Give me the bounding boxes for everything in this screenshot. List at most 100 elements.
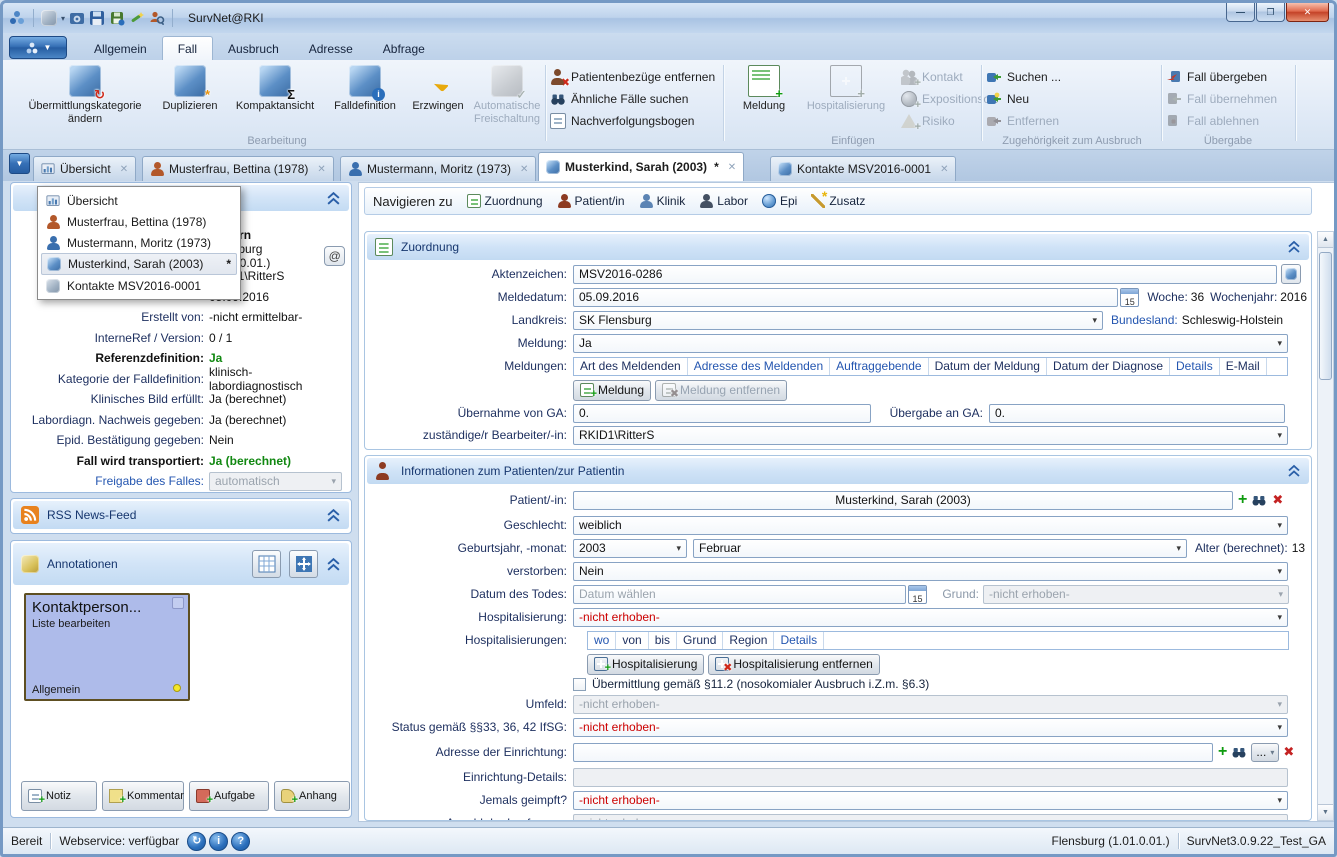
annotation-note-card[interactable]: Kontaktperson... Liste bearbeiten Allgem… [24,593,190,701]
geschlecht-select[interactable]: weiblich▾ [573,516,1288,535]
save-icon[interactable] [89,10,105,26]
note-body[interactable]: Liste bearbeiten [32,618,182,630]
tab-close-icon[interactable]: ✕ [120,164,128,175]
nav-link-labor[interactable]: Labor [699,194,748,208]
ribbon-tab-abfrage[interactable]: Abfrage [368,37,440,60]
uebernahme-ga-input[interactable]: 0. [573,404,871,423]
nosokomial-checkbox[interactable] [573,678,586,691]
nav-link-zuordnung[interactable]: Zuordnung [467,194,543,208]
aehnliche-faelle-button[interactable]: Ähnliche Fälle suchen [550,89,688,108]
close-button[interactable]: ✕ [1286,3,1329,22]
collapse-chevron-icon[interactable] [326,557,341,572]
open-record-icon[interactable] [69,10,85,26]
tab-uebersicht[interactable]: Übersicht ✕ [33,156,136,181]
calendar-button[interactable]: 15 [908,585,927,604]
uebermittlungskategorie-button[interactable]: ↻ Übermittlungskategorie ändern [19,65,151,126]
uebergabe-ga-input[interactable]: 0. [989,404,1285,423]
meldedatum-input[interactable]: 05.09.2016 [573,288,1118,307]
verstorben-select[interactable]: Nein▾ [573,562,1288,581]
collapse-chevron-icon[interactable] [1287,464,1301,478]
status-ifsg-select[interactable]: -nicht erhoben-▾ [573,718,1288,737]
column-header[interactable]: von [616,632,648,649]
aufgabe-button[interactable]: + Aufgabe [189,781,269,811]
minimize-button[interactable]: — [1226,3,1255,22]
application-menu-button[interactable]: ▼ [9,36,67,59]
grid-view-button[interactable] [252,550,281,578]
menu-item-kontakte[interactable]: Kontakte MSV2016-0001 [41,275,237,296]
kompaktansicht-button[interactable]: Σ Kompaktansicht [227,65,323,113]
section-header-patient[interactable]: Informationen zum Patienten/zur Patienti… [367,458,1309,484]
erzwingen-button[interactable]: Erzwingen [407,65,469,113]
landkreis-select[interactable]: SK Flensburg▾ [573,311,1103,330]
tab-mustermann[interactable]: Mustermann, Moritz (1973) ✕ [340,156,536,181]
ausbruch-neu-button[interactable]: Neu [986,89,1029,108]
save-all-icon[interactable] [109,10,125,26]
clear-einrichtung-icon[interactable]: ✖ [1283,744,1294,760]
scroll-up-button[interactable]: ▲ [1318,232,1333,248]
einrichtung-adresse-input[interactable] [573,743,1213,762]
duplizieren-button[interactable]: * Duplizieren [155,65,225,113]
nav-link-patient[interactable]: Patient/in [557,194,625,208]
scrollbar-thumb[interactable] [1319,252,1332,380]
collapse-chevron-icon[interactable] [326,191,341,206]
aktenzeichen-action-button[interactable] [1281,264,1301,284]
ribbon-tab-allgemein[interactable]: Allgemein [79,37,162,60]
search-einrichtung-icon[interactable] [1231,744,1247,760]
column-header[interactable]: Details [774,632,824,649]
validate-icon[interactable] [129,10,145,26]
collapse-chevron-icon[interactable] [326,508,341,523]
maximize-button[interactable]: ❐ [1256,3,1285,22]
patientenbezuege-entfernen-button[interactable]: ✖ Patientenbezüge entfernen [550,67,715,86]
geburtsmonat-select[interactable]: Februar▾ [693,539,1187,558]
section-header-zuordnung[interactable]: Zuordnung [367,234,1309,260]
nachverfolgungsbogen-button[interactable]: Nachverfolgungsbogen [550,111,694,130]
anhang-button[interactable]: + Anhang [274,781,350,811]
hospitalisierung-select[interactable]: -nicht erhoben-▾ [573,608,1288,627]
tab-close-icon[interactable]: ✕ [940,164,948,175]
hospitalisierung-add-button[interactable]: + Hospitalisierung [587,654,704,675]
meldung-select[interactable]: Ja▾ [573,334,1288,353]
menu-item-uebersicht[interactable]: Übersicht [41,190,237,211]
add-einrichtung-icon[interactable]: + [1218,744,1227,760]
add-patient-icon[interactable]: + [1238,492,1247,508]
ribbon-tab-fall[interactable]: Fall [162,36,213,60]
column-header[interactable]: Details [1170,358,1220,375]
calendar-button[interactable]: 15 [1120,288,1139,307]
column-header[interactable]: E-Mail [1220,358,1267,375]
new-record-dropdown-icon[interactable]: ▾ [61,14,65,23]
einrichtung-more-button[interactable]: ...▾ [1251,743,1279,762]
tab-musterkind-active[interactable]: Musterkind, Sarah (2003) * ✕ [538,152,744,181]
annotations-header[interactable]: Annotationen [13,543,349,585]
geimpft-select[interactable]: -nicht erhoben-▾ [573,791,1288,810]
column-header[interactable]: Region [723,632,774,649]
fit-view-button[interactable] [289,550,318,578]
nav-link-klinik[interactable]: Klinik [639,194,686,208]
vertical-scrollbar[interactable]: ▲ ▼ [1317,231,1334,821]
tab-close-icon[interactable]: ✕ [728,162,736,173]
column-header[interactable]: Datum der Meldung [929,358,1047,375]
search-patient-icon[interactable] [1251,492,1267,508]
tab-close-icon[interactable]: ✕ [317,164,325,175]
collapse-chevron-icon[interactable] [1287,240,1301,254]
ribbon-tab-adresse[interactable]: Adresse [294,37,368,60]
aktenzeichen-input[interactable]: MSV2016-0286 [573,265,1277,284]
patient-name-field[interactable]: Musterkind, Sarah (2003) [573,491,1233,510]
tab-close-icon[interactable]: ✕ [520,164,528,175]
tab-kontakte[interactable]: Kontakte MSV2016-0001 ✕ [770,156,956,181]
column-header[interactable]: Adresse des Meldenden [688,358,830,375]
tab-musterfrau[interactable]: Musterfrau, Bettina (1978) ✕ [142,156,334,181]
user-search-icon[interactable] [149,10,165,26]
column-header[interactable]: wo [588,632,616,649]
column-header[interactable]: Grund [677,632,723,649]
ribbon-tab-ausbruch[interactable]: Ausbruch [213,37,294,60]
bearbeiter-select[interactable]: RKID1\RitterS▾ [573,426,1288,445]
column-header[interactable]: Datum der Diagnose [1047,358,1170,375]
meldung-einfuegen-button[interactable]: + Meldung [733,65,795,113]
kommentar-button[interactable]: + Kommentar [102,781,184,811]
hospitalisierung-remove-button[interactable]: ✖ Hospitalisierung entfernen [708,654,879,675]
menu-item-musterkind-selected[interactable]: Musterkind, Sarah (2003) * [41,253,237,275]
ausbruch-suchen-button[interactable]: Suchen ... [986,67,1061,86]
meldung-add-button[interactable]: + Meldung [573,380,651,401]
todesdatum-input[interactable]: Datum wählen [573,585,906,604]
notiz-button[interactable]: + Notiz [21,781,97,811]
